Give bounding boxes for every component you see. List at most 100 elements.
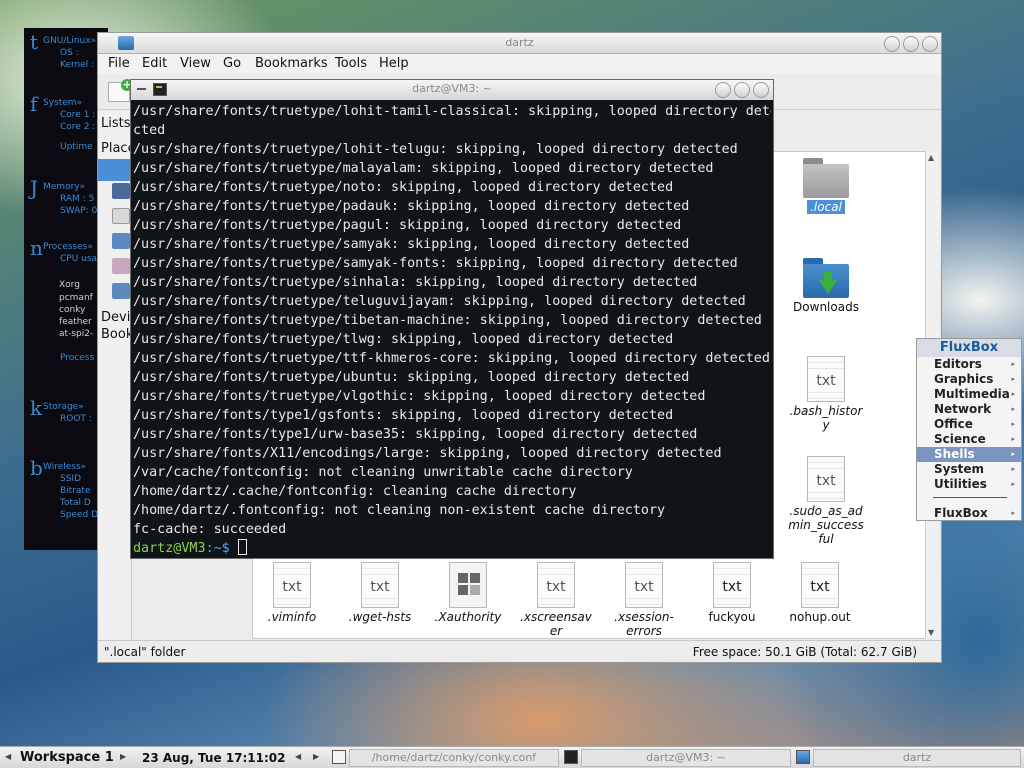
menu-bookmarks[interactable]: Bookmarks bbox=[255, 56, 328, 71]
maximize-button[interactable] bbox=[734, 82, 750, 98]
conky-panel: t GNU/Linux» OS : Kernel : f System» Core 1 : C… bbox=[24, 28, 108, 550]
fluxbox-menu[interactable]: FluxBox Editors ▸ Graphics ▸ Multimedia ▸ Netw… bbox=[916, 338, 1022, 521]
text-editor-icon bbox=[332, 750, 346, 764]
download-folder-icon bbox=[803, 258, 849, 298]
close-button[interactable] bbox=[922, 36, 938, 52]
terminal-line: /usr/share/fonts/truetype/samyak-fonts: … bbox=[133, 256, 738, 271]
conky-section-glyph: n bbox=[30, 236, 43, 260]
file-xauthority[interactable]: .Xauthority bbox=[423, 562, 513, 624]
chevron-right-icon: ▸ bbox=[1011, 435, 1015, 443]
terminal-title: dartz@VM3: ~ bbox=[412, 82, 492, 95]
minimize-button[interactable] bbox=[715, 82, 731, 98]
conky-line: Total D bbox=[60, 498, 91, 508]
menu-go[interactable]: Go bbox=[223, 56, 241, 71]
task-terminal[interactable]: dartz@VM3: ~ bbox=[581, 749, 791, 767]
workspace-prev-icon[interactable]: ◀ bbox=[5, 752, 11, 761]
fluxbox-menu-item-graphics[interactable]: Graphics ▸ bbox=[917, 372, 1021, 387]
text-file-icon: txt bbox=[537, 562, 575, 608]
terminal-prompt[interactable]: dartz@VM3:~$ bbox=[133, 539, 771, 556]
new-tab-icon[interactable]: + bbox=[108, 79, 133, 102]
status-free-space: Free space: 50.1 GiB (Total: 62.7 GiB) bbox=[692, 645, 917, 659]
side-tab-lists[interactable]: Lists bbox=[101, 116, 131, 131]
task-conky-conf[interactable]: /home/dartz/conky/conky.conf bbox=[349, 749, 559, 767]
file-local[interactable]: .local bbox=[781, 158, 871, 214]
menu-separator bbox=[933, 497, 1007, 498]
terminal-line: /usr/share/fonts/truetype/samyak: skippi… bbox=[133, 237, 690, 252]
workspace-name[interactable]: Workspace 1 bbox=[20, 750, 114, 765]
fluxbox-menu-item-science[interactable]: Science ▸ bbox=[917, 432, 1021, 447]
file-manager-titlebar[interactable]: dartz bbox=[98, 33, 941, 54]
text-file-icon: txt bbox=[273, 562, 311, 608]
scroll-down-icon[interactable]: ▼ bbox=[928, 628, 934, 637]
terminal-line: /usr/share/fonts/truetype/sinhala: skipp… bbox=[133, 275, 698, 290]
menu-view[interactable]: View bbox=[180, 56, 211, 71]
conky-line: Core 1 : bbox=[60, 110, 96, 120]
conky-section-glyph: k bbox=[30, 396, 43, 420]
menu-tools[interactable]: Tools bbox=[335, 56, 367, 71]
fluxbox-menu-item-multimedia[interactable]: Multimedia ▸ bbox=[917, 387, 1021, 402]
applications-icon[interactable] bbox=[112, 258, 130, 274]
file-xscreensaver[interactable]: txt .xscreensav er bbox=[511, 562, 601, 638]
fluxbox-menu-title: FluxBox bbox=[917, 339, 1021, 357]
terminal-line: /usr/share/fonts/X11/encodings/large: sk… bbox=[133, 446, 722, 461]
fluxbox-menu-item-editors[interactable]: Editors ▸ bbox=[917, 357, 1021, 372]
minimize-button[interactable] bbox=[884, 36, 900, 52]
file-bash-history[interactable]: txt .bash_histor y bbox=[781, 356, 871, 432]
terminal-output[interactable]: /usr/share/fonts/truetype/lohit-tamil-cl… bbox=[133, 102, 771, 556]
file-wget-hsts[interactable]: txt .wget-hsts bbox=[335, 562, 425, 624]
chevron-right-icon: ▸ bbox=[1011, 405, 1015, 413]
terminal-window[interactable]: dartz@VM3: ~ /usr/share/fonts/truetype/l… bbox=[130, 79, 774, 559]
fluxbox-menu-item-shells[interactable]: Shells ▸ bbox=[917, 447, 1021, 462]
side-bookmarks-label: Book bbox=[101, 327, 132, 342]
close-button[interactable] bbox=[753, 82, 769, 98]
menu-help[interactable]: Help bbox=[379, 56, 409, 71]
computer-icon[interactable] bbox=[112, 233, 130, 249]
conky-section-heading: Wireless» bbox=[43, 462, 87, 472]
conky-line: Uptime bbox=[60, 142, 93, 152]
network-icon[interactable] bbox=[112, 283, 130, 299]
text-file-icon: txt bbox=[807, 356, 845, 402]
fluxbox-menu-item-office[interactable]: Office ▸ bbox=[917, 417, 1021, 432]
fluxbox-menu-item-system[interactable]: System ▸ bbox=[917, 462, 1021, 477]
terminal-titlebar[interactable]: dartz@VM3: ~ bbox=[131, 80, 773, 100]
workspace-next-icon[interactable]: ▶ bbox=[120, 752, 126, 761]
file-sudo-as-admin[interactable]: txt .sudo_as_ad min_success ful bbox=[781, 456, 871, 546]
side-selected-row[interactable] bbox=[98, 159, 131, 181]
conky-line: feather bbox=[59, 317, 92, 327]
fluxbox-menu-item-fluxbox[interactable]: FluxBox ▸ bbox=[917, 506, 1021, 521]
fluxbox-menu-item-utilities[interactable]: Utilities ▸ bbox=[917, 477, 1021, 492]
file-fuckyou[interactable]: txt fuckyou bbox=[687, 562, 777, 624]
terminal-line: fc-cache: succeeded bbox=[133, 522, 287, 537]
task-next-icon[interactable]: ▶ bbox=[313, 752, 319, 761]
text-cursor bbox=[237, 539, 247, 555]
conky-line: RAM : 5 bbox=[60, 194, 95, 204]
file-nohup-out[interactable]: txt nohup.out bbox=[775, 562, 865, 624]
desktop-icon[interactable] bbox=[112, 183, 130, 199]
conky-section-heading: Processes» bbox=[43, 242, 93, 252]
menu-edit[interactable]: Edit bbox=[142, 56, 167, 71]
task-prev-icon[interactable]: ◀ bbox=[295, 752, 301, 761]
text-file-icon: txt bbox=[361, 562, 399, 608]
file-viminfo[interactable]: txt .viminfo bbox=[247, 562, 337, 624]
window-title: dartz bbox=[505, 36, 534, 49]
task-file-manager[interactable]: dartz bbox=[813, 749, 1021, 767]
folder-icon bbox=[803, 158, 849, 198]
chevron-right-icon: ▸ bbox=[1011, 465, 1015, 473]
conky-section-heading: System» bbox=[43, 98, 83, 108]
terminal-line: /var/cache/fontconfig: not cleaning unwr… bbox=[133, 465, 633, 480]
text-file-icon: txt bbox=[625, 562, 663, 608]
conky-line: ROOT : bbox=[60, 414, 92, 424]
conky-line: Speed D bbox=[60, 510, 99, 520]
trash-icon[interactable] bbox=[112, 208, 130, 224]
file-xsession-errors[interactable]: txt .xsession- errors bbox=[599, 562, 689, 638]
chevron-right-icon: ▸ bbox=[1011, 390, 1015, 398]
chevron-right-icon: ▸ bbox=[1011, 509, 1015, 517]
menu-file[interactable]: File bbox=[108, 56, 130, 71]
conky-line: Process bbox=[60, 353, 95, 363]
file-downloads[interactable]: Downloads bbox=[781, 258, 871, 314]
chevron-right-icon: ▸ bbox=[1011, 450, 1015, 458]
maximize-button[interactable] bbox=[903, 36, 919, 52]
conky-section-heading: GNU/Linux» bbox=[43, 36, 97, 46]
scroll-up-icon[interactable]: ▲ bbox=[928, 153, 934, 162]
fluxbox-menu-item-network[interactable]: Network ▸ bbox=[917, 402, 1021, 417]
